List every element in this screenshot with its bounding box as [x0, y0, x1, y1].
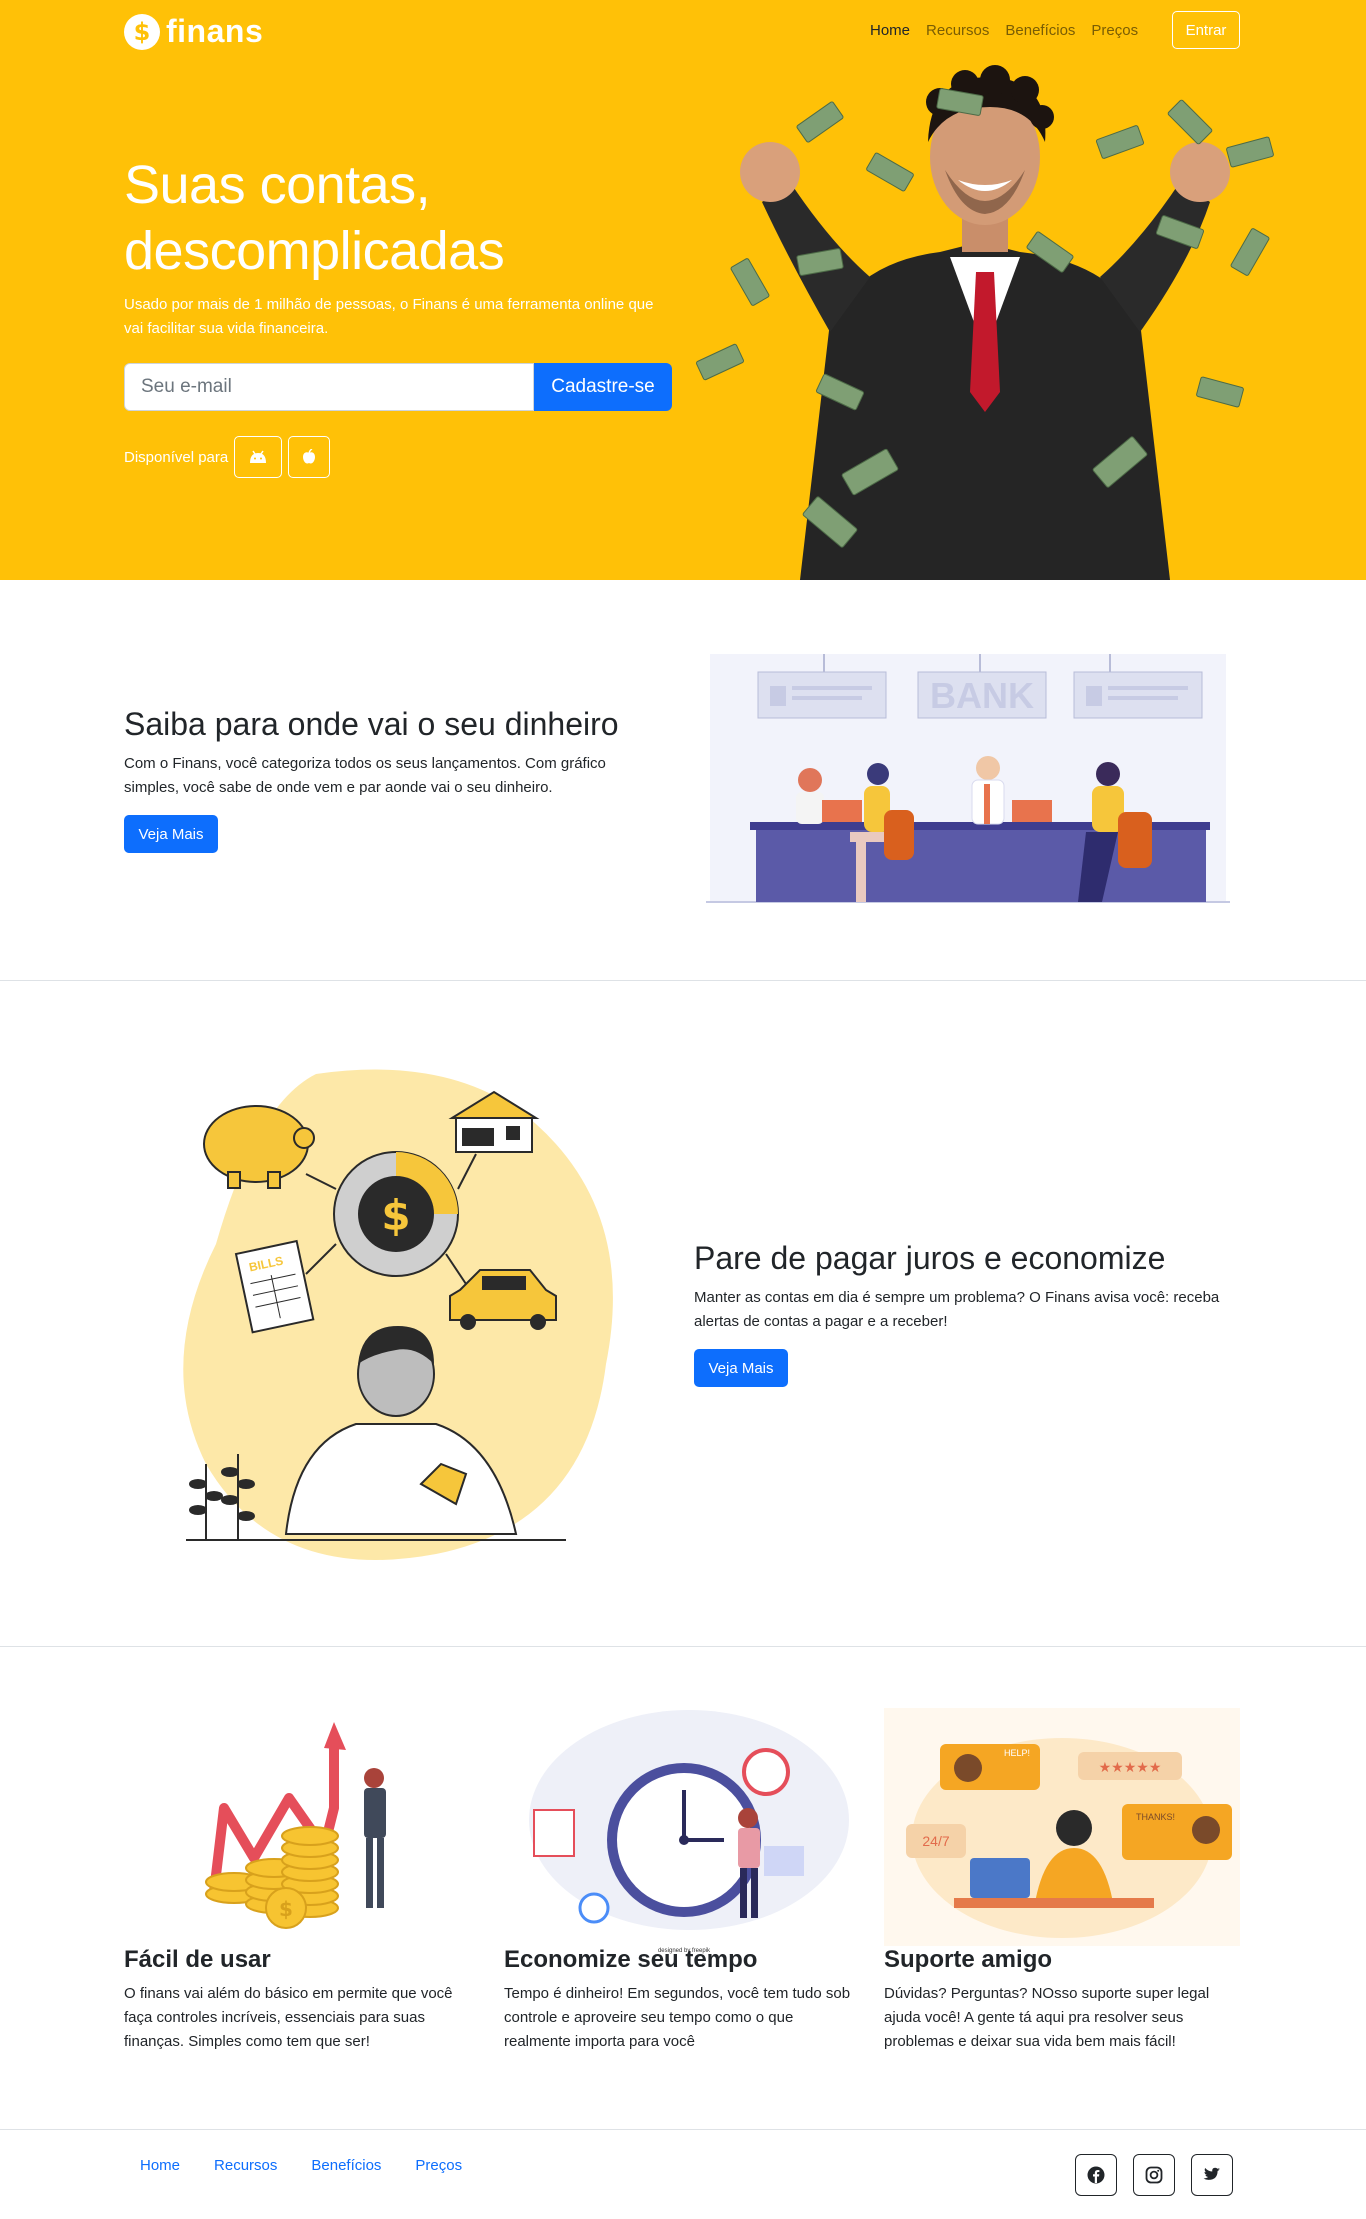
thanks-label: THANKS!: [1136, 1812, 1175, 1822]
nav-link-recursos[interactable]: Recursos: [926, 22, 989, 39]
nav-link-home[interactable]: Home: [870, 22, 910, 39]
support-illustration: HELP! ★★★★★ 24/7 THANKS!: [884, 1708, 1240, 1946]
growth-chart-illustration: $: [205, 1722, 386, 1929]
footer-link-precos[interactable]: Preços: [415, 2157, 462, 2174]
footer-divider: [0, 2129, 1366, 2130]
section-divider: [0, 1646, 1366, 1647]
dollar-icon: $: [381, 1191, 410, 1240]
hero-title-line1: Suas contas,: [124, 155, 431, 215]
section2-more-button[interactable]: Veja Mais: [694, 1349, 788, 1387]
available-label: Disponível para: [124, 448, 229, 466]
twitter-button[interactable]: [1191, 2154, 1233, 2196]
twitter-icon: [1203, 2167, 1220, 2180]
hero-businessman-image: [695, 65, 1274, 580]
rating-stars-icon: ★★★★★: [1099, 1760, 1162, 1776]
footer-nav: Home Recursos Benefícios Preços: [140, 2157, 462, 2174]
login-button[interactable]: Entrar: [1172, 11, 1240, 49]
clock-illustration: designed by freepik: [529, 1710, 849, 1954]
feature-title: Fácil de usar: [124, 1946, 271, 1973]
hero-subtitle: Usado por mais de 1 milhão de pessoas, o…: [124, 296, 654, 337]
signup-form: Cadastre-se: [124, 363, 672, 411]
android-icon: [250, 450, 267, 463]
feature-title: Suporte amigo: [884, 1946, 1053, 1973]
nav-link-precos[interactable]: Preços: [1091, 22, 1138, 39]
navbar: $ finans Home Recursos Benefícios Preços…: [0, 0, 1366, 62]
help-label: HELP!: [1004, 1748, 1030, 1758]
instagram-icon: [1145, 2166, 1163, 2184]
footer-link-beneficios[interactable]: Benefícios: [311, 2157, 381, 2174]
hero-section: $ finans Home Recursos Benefícios Preços…: [0, 0, 1366, 580]
section2-title: Pare de pagar juros e economize: [694, 1240, 1166, 1276]
savings-illustration: $ BILLS: [183, 1069, 613, 1560]
feature-text: Tempo é dinheiro! Em segundos, você tem …: [504, 1985, 851, 2050]
footer-link-recursos[interactable]: Recursos: [214, 2157, 277, 2174]
apple-icon: [303, 449, 316, 464]
footer-link-home[interactable]: Home: [140, 2157, 180, 2174]
bank-illustration: BANK: [706, 654, 1230, 903]
dollar-logo-icon: $: [124, 13, 160, 50]
section1-more-button[interactable]: Veja Mais: [124, 815, 218, 853]
instagram-button[interactable]: [1133, 2154, 1175, 2196]
feature-text: Dúvidas? Perguntas? NOsso suporte super …: [884, 1985, 1210, 2050]
section-divider: [0, 980, 1366, 981]
brand-name: finans: [166, 13, 264, 49]
hero-title-line2: descomplicadas: [124, 221, 505, 281]
nav-links: Home Recursos Benefícios Preços: [870, 22, 1138, 39]
apple-button[interactable]: [288, 436, 331, 478]
hero-title: Suas contas, descomplicadas: [124, 152, 684, 284]
available-platforms: Disponível para: [124, 436, 331, 478]
section2-text: Manter as contas em dia é sempre um prob…: [694, 1289, 1220, 1330]
brand-logo[interactable]: $ finans: [124, 13, 263, 50]
feature-text: O finans vai além do básico em permite q…: [124, 1985, 453, 2050]
facebook-button[interactable]: [1075, 2154, 1117, 2196]
signup-button[interactable]: Cadastre-se: [534, 363, 672, 411]
hours-label: 24/7: [922, 1833, 949, 1849]
section1-text: Com o Finans, você categoriza todos os s…: [124, 755, 606, 796]
feature-title: Economize seu tempo: [504, 1946, 758, 1973]
facebook-icon: [1087, 2166, 1105, 2184]
section1-title: Saiba para onde vai o seu dinheiro: [124, 706, 619, 742]
email-input[interactable]: [124, 363, 534, 411]
coin-dollar-icon: $: [279, 1897, 293, 1921]
bank-sign-text: BANK: [930, 675, 1034, 716]
android-button[interactable]: [234, 436, 283, 478]
nav-link-beneficios[interactable]: Benefícios: [1005, 22, 1075, 39]
